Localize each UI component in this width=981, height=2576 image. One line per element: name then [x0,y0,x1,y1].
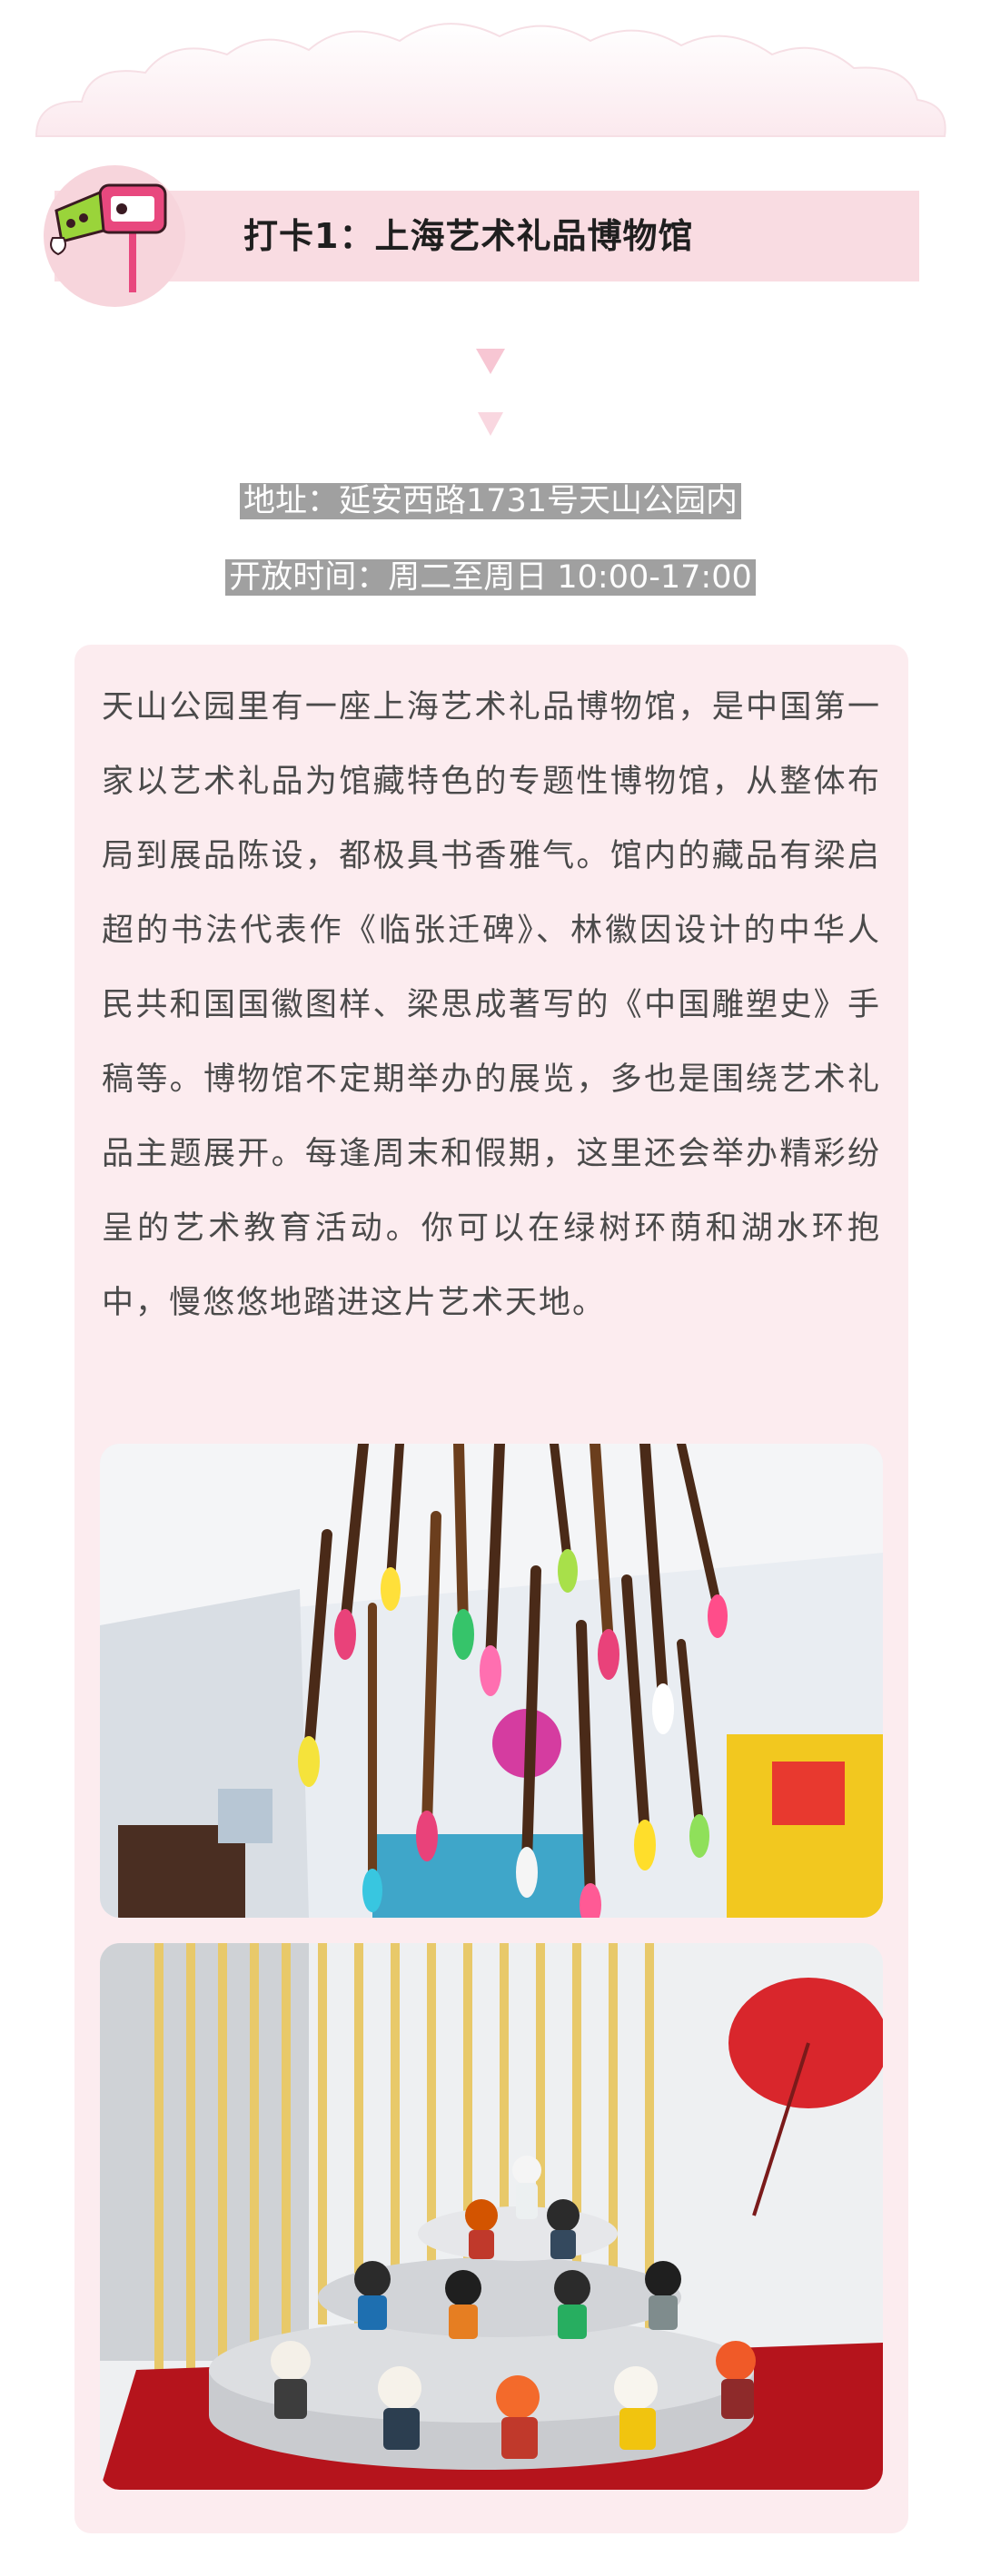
body-paragraph: 天山公园里有一座上海艺术礼品博物馆，是中国第一家以艺术礼品为馆藏特色的专题性博物… [102,689,881,1321]
cloud-decoration [0,0,981,173]
triangle-decoration [478,412,503,436]
photo-hanging-brushes [100,1444,883,1918]
photo-figurine-display [100,1943,883,2490]
address-line: 地址：延安西路1731号天山公园内 [0,479,981,523]
triangle-decoration [476,349,505,374]
hours-line: 开放时间：周二至周日 10:00-17:00 [0,556,981,599]
camera-icon [50,183,167,292]
content-card: 天山公园里有一座上海艺术礼品博物馆，是中国第一家以艺术礼品为馆藏特色的专题性博物… [74,645,908,2533]
section-title: 打卡1：上海艺术礼品博物馆 [243,216,694,256]
badge [44,165,185,307]
